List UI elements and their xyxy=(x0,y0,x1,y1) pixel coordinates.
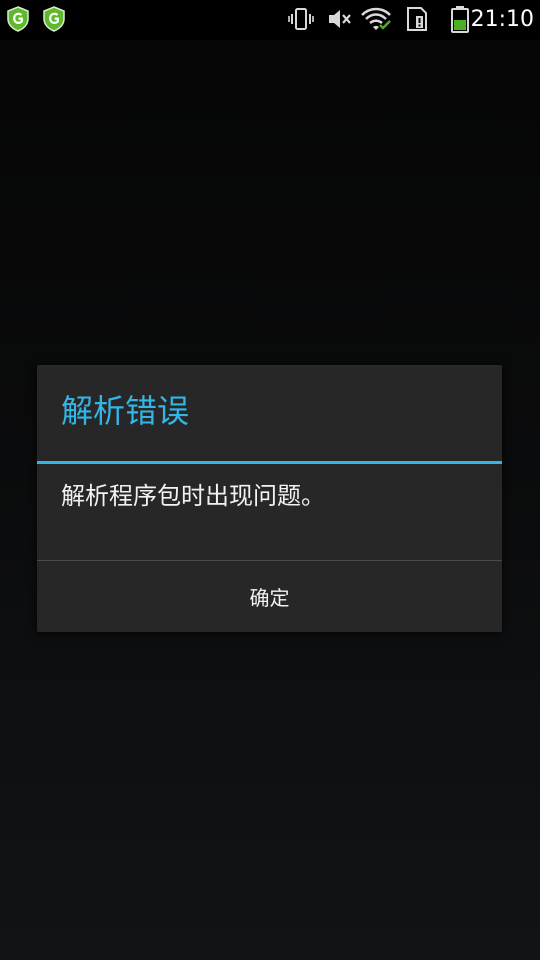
title-divider xyxy=(37,461,502,464)
alert-dialog: 解析错误 解析程序包时出现问题。 确定 xyxy=(37,365,502,632)
shield-icon xyxy=(7,6,29,32)
dialog-message: 解析程序包时出现问题。 xyxy=(61,482,325,510)
sim-card-icon xyxy=(407,7,427,31)
wifi-icon xyxy=(361,7,391,30)
shield-icon xyxy=(43,6,65,32)
battery-icon xyxy=(451,6,469,33)
dialog-title: 解析错误 xyxy=(61,392,190,430)
ok-button[interactable]: 确定 xyxy=(37,561,502,632)
status-bar: 21:10 xyxy=(0,0,540,40)
volume-mute-icon xyxy=(329,10,351,28)
vibrate-icon xyxy=(288,8,314,30)
clock: 21:10 xyxy=(470,7,534,32)
